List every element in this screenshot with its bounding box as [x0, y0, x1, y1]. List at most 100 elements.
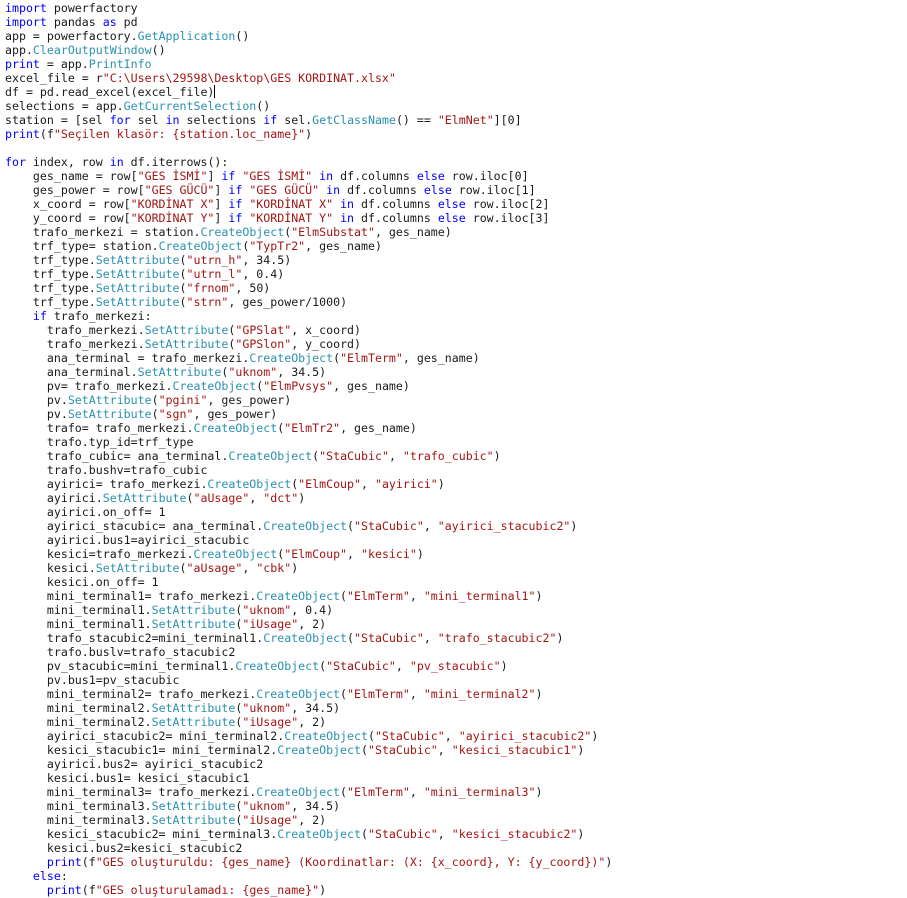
code-text: , 0.4)	[291, 603, 334, 617]
function-token: CreateObject	[277, 827, 361, 841]
code-text: trafo_stacubic2=mini_terminal1.	[5, 631, 264, 645]
code-text: trf_type.	[5, 253, 96, 267]
function-token: GetCurrentSelection	[123, 99, 257, 113]
code-line: trafo_merkezi = station.CreateObject("El…	[5, 225, 612, 239]
string-token: "GPSlon"	[235, 337, 292, 351]
code-text: , 34.5)	[242, 253, 292, 267]
code-text: pd	[116, 15, 138, 29]
code-line: mini_terminal3.SetAttribute("uknom", 34.…	[5, 799, 612, 813]
code-line: mini_terminal2.SetAttribute("uknom", 34.…	[5, 701, 612, 715]
code-text: , 34.5)	[277, 365, 327, 379]
code-text: ,	[242, 561, 257, 575]
string-token: "dct"	[263, 491, 299, 505]
keyword-token: if	[221, 169, 236, 183]
code-line: ges_name = row["GES İSMİ"] if "GES İSMİ"…	[5, 169, 612, 183]
code-text: pv.	[5, 407, 68, 421]
code-line: kesici_stacubic1= mini_terminal2.CreateO…	[5, 743, 612, 757]
keyword-token: print	[5, 127, 40, 141]
code-text: , ges_name)	[333, 379, 410, 393]
function-token: CreateObject	[256, 589, 341, 603]
code-text: )	[437, 477, 445, 491]
code-line: trf_type= station.CreateObject("TypTr2",…	[5, 239, 612, 253]
code-text: trafo.buslv=trafo_stacubic2	[5, 645, 236, 659]
code-text: ayirici_stacubic= ana_terminal.	[5, 519, 264, 533]
function-token: CreateObject	[207, 477, 292, 491]
string-token: "StaCubic"	[367, 743, 438, 757]
keyword-token: else	[32, 869, 61, 883]
code-text: ]	[214, 211, 229, 225]
string-token: "strn"	[186, 295, 229, 309]
code-text: ,	[423, 519, 438, 533]
function-token: SetAttribute	[102, 491, 187, 505]
code-editor[interactable]: import powerfactory import pandas as pd ap…	[0, 0, 907, 898]
function-token: SetAttribute	[67, 407, 152, 421]
code-text: sel.	[277, 113, 313, 127]
code-text: df.columns	[354, 211, 438, 225]
string-token: "iUsage"	[242, 715, 299, 729]
code-text: kesici.on_off= 1	[5, 575, 159, 589]
keyword-token: for	[109, 113, 131, 127]
code-area[interactable]: import powerfactory import pandas as pd ap…	[5, 1, 612, 897]
code-line: ana_terminal.SetAttribute("uknom", 34.5)	[5, 365, 612, 379]
code-text: ()	[256, 99, 271, 113]
function-token: CreateObject	[277, 743, 361, 757]
keyword-token: in	[340, 211, 355, 225]
code-text: (	[179, 561, 187, 575]
code-text: , y_coord)	[291, 337, 362, 351]
function-token: CreateObject	[249, 351, 334, 365]
string-token: "cbk"	[256, 561, 292, 575]
keyword-token: import	[5, 15, 47, 29]
code-text: mini_terminal3= trafo_merkezi.	[5, 785, 257, 799]
code-text: ayirici.	[5, 491, 103, 505]
code-text: = app.	[39, 57, 89, 71]
function-token: SetAttribute	[151, 813, 236, 827]
string-token: "TypTr2"	[249, 239, 306, 253]
function-token: SetAttribute	[95, 281, 180, 295]
function-token: SetAttribute	[151, 715, 236, 729]
code-line: trf_type.SetAttribute("utrn_h", 34.5)	[5, 253, 612, 267]
keyword-token: print	[46, 855, 82, 869]
code-line: mini_terminal2= trafo_merkezi.CreateObje…	[5, 687, 612, 701]
code-text: ,	[388, 449, 403, 463]
keyword-token: for	[5, 155, 26, 169]
code-text: ]	[207, 169, 222, 183]
code-text: powerfactory	[46, 1, 138, 15]
function-token: CreateObject	[284, 729, 368, 743]
text-cursor	[214, 85, 216, 98]
code-text: (	[340, 589, 348, 603]
function-token: CreateObject	[172, 379, 257, 393]
code-text: :	[60, 869, 68, 883]
string-token: "utrn_l"	[186, 267, 243, 281]
code-text: (	[347, 631, 355, 645]
code-line: ayirici.bus2= ayirici_stacubic2	[5, 757, 612, 771]
code-text: )	[535, 589, 543, 603]
code-text: (	[179, 267, 187, 281]
code-text: ayirici_stacubic2= mini_terminal2.	[5, 729, 285, 743]
code-line: ayirici= trafo_merkezi.CreateObject("Elm…	[5, 477, 612, 491]
code-text: pv.bus1=pv_stacubic	[5, 673, 180, 687]
code-text: x_coord = row[	[5, 197, 131, 211]
string-token: "utrn_h"	[186, 253, 243, 267]
string-token: "mini_terminal2"	[423, 687, 536, 701]
code-line: kesici.SetAttribute("aUsage", "cbk")	[5, 561, 612, 575]
string-token: "mini_terminal1"	[423, 589, 536, 603]
code-line: print(f"GES oluşturuldu: {ges_name} (Koo…	[5, 855, 612, 869]
code-text: ,	[409, 589, 424, 603]
code-line: trf_type.SetAttribute("utrn_l", 0.4)	[5, 267, 612, 281]
code-line: print(f"Seçilen klasör: {station.loc_nam…	[5, 127, 612, 141]
string-token: "ElmCoup"	[298, 477, 361, 491]
code-text: trafo.typ_id=trf_type	[5, 435, 194, 449]
code-text: mini_terminal2= trafo_merkezi.	[5, 687, 257, 701]
string-token: "GES GÜCÜ"	[249, 183, 320, 197]
code-line: kesici_stacubic2= mini_terminal3.CreateO…	[5, 827, 612, 841]
code-text: , ges_name)	[374, 225, 452, 239]
string-token: "uknom"	[242, 701, 292, 715]
code-line: import pandas as pd	[5, 15, 612, 29]
code-text: , 2)	[298, 617, 327, 631]
keyword-token: else	[416, 169, 445, 183]
code-line: ana_terminal = trafo_merkezi.CreateObjec…	[5, 351, 612, 365]
code-text: ,	[437, 743, 452, 757]
code-line: mini_terminal3= trafo_merkezi.CreateObje…	[5, 785, 612, 799]
string-token: "uknom"	[242, 799, 292, 813]
code-line: selections = app.GetCurrentSelection()	[5, 99, 612, 113]
